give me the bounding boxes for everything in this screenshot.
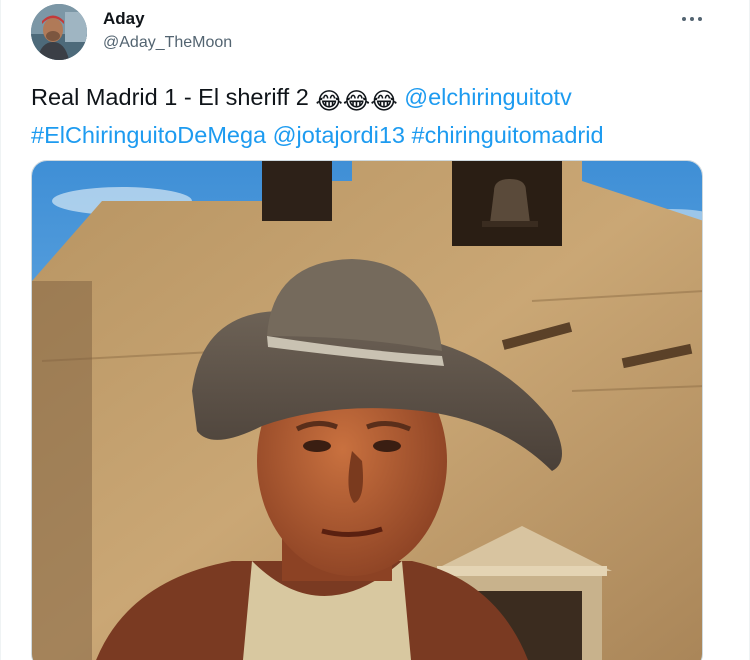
mention-link[interactable]: @elchiringuitotv: [404, 84, 572, 110]
avatar-photo-icon: [31, 4, 87, 60]
author-name[interactable]: Aday: [103, 9, 145, 29]
cowboy-photo: [32, 161, 702, 660]
hashtag-link[interactable]: #chiringuitomadrid: [412, 122, 604, 148]
mention-link[interactable]: @jotajordi13: [273, 122, 405, 148]
laughing-emoji: 😂: [342, 88, 371, 114]
author-handle[interactable]: @Aday_TheMoon: [103, 34, 232, 52]
laughing-emoji: 😂: [370, 88, 398, 114]
hashtag-link[interactable]: #ElChiringuitoDeMega: [31, 122, 266, 148]
tweet-text: Real Madrid 1 - El sheriff 2 😂😂😂 @elchir…: [31, 80, 721, 152]
more-options-icon: [682, 17, 702, 21]
tweet-card[interactable]: Aday @Aday_TheMoon Real Madrid 1 - El sh…: [0, 0, 750, 660]
tweet-text-body: Real Madrid 1 - El sheriff 2: [31, 84, 309, 110]
laughing-emoji: 😂: [315, 88, 343, 114]
user-avatar[interactable]: [31, 4, 87, 60]
tweet-media-photo[interactable]: [31, 160, 703, 660]
more-options-button[interactable]: [677, 8, 707, 30]
